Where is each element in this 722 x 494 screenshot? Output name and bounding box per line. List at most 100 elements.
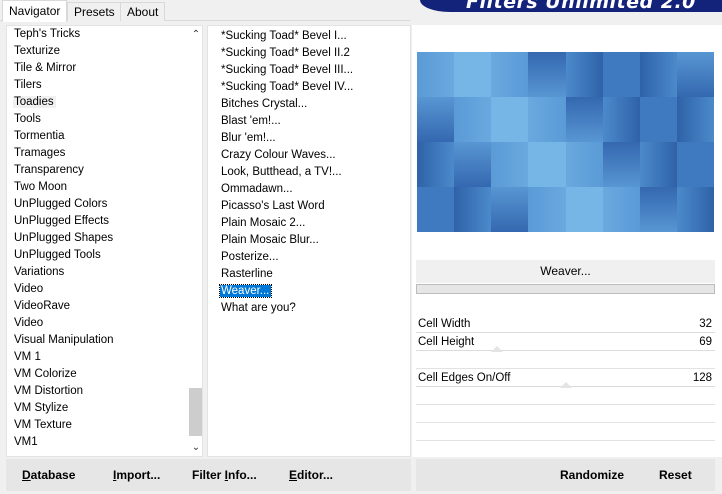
- preview-tile: [602, 142, 640, 187]
- filter-item[interactable]: Plain Mosaic 2...: [208, 215, 408, 232]
- filter-item[interactable]: Look, Butthead, a TV!...: [208, 164, 408, 181]
- preview-tile: [491, 97, 529, 142]
- category-item-label: VideoRave: [14, 300, 71, 312]
- filter-item[interactable]: *Sucking Toad* Bevel I...: [208, 28, 408, 45]
- category-item-label: VM Distortion: [14, 385, 84, 397]
- reset-button[interactable]: Reset: [659, 468, 692, 482]
- filter-item[interactable]: Plain Mosaic Blur...: [208, 232, 408, 249]
- filter-item[interactable]: What are you?: [208, 300, 408, 317]
- empty-slider-track: [416, 440, 715, 441]
- slider-track[interactable]: [416, 350, 715, 351]
- param-cell-width[interactable]: Cell Width 32: [416, 317, 715, 335]
- slider-thumb[interactable]: [491, 346, 503, 352]
- filter-item[interactable]: Ommadawn...: [208, 181, 408, 198]
- filter-item[interactable]: Weaver...: [208, 283, 408, 300]
- preview-tile: [602, 52, 640, 97]
- param-label: Cell Width: [418, 318, 471, 330]
- preview-tile: [528, 52, 566, 97]
- preview-tile: [454, 52, 492, 97]
- filter-item-label: What are you?: [221, 302, 296, 314]
- category-item[interactable]: Tilers: [7, 77, 187, 94]
- randomize-button[interactable]: Randomize: [560, 468, 624, 482]
- scrollbar-thumb[interactable]: [189, 388, 202, 436]
- preview-tile: [565, 52, 603, 97]
- category-item[interactable]: Transparency: [7, 162, 187, 179]
- filter-info-button[interactable]: Filter Info...: [192, 468, 257, 482]
- category-item[interactable]: Video: [7, 281, 187, 298]
- category-item[interactable]: Tramages: [7, 145, 187, 162]
- category-list-panel: Teph's Tricks Texturize Tile & Mirror Tiler…: [6, 25, 203, 457]
- filter-item[interactable]: *Sucking Toad* Bevel III...: [208, 62, 408, 79]
- filter-item-label: Bitches Crystal...: [221, 98, 308, 110]
- category-item[interactable]: UnPlugged Effects: [7, 213, 187, 230]
- preview-tile: [676, 52, 714, 97]
- button-text: Filter: [192, 468, 225, 482]
- category-item[interactable]: VM Texture: [7, 417, 187, 434]
- tab-navigator[interactable]: Navigator: [2, 0, 68, 22]
- filter-item[interactable]: Posterize...: [208, 249, 408, 266]
- filter-item-label: Posterize...: [221, 251, 279, 263]
- category-item[interactable]: VM1: [7, 434, 187, 451]
- filter-list[interactable]: *Sucking Toad* Bevel I... *Sucking Toad* …: [208, 28, 408, 317]
- param-label: Cell Edges On/Off: [418, 372, 511, 384]
- category-item-label: Video: [14, 317, 44, 329]
- filter-item-label: Rasterline: [221, 268, 273, 280]
- category-item[interactable]: UnPlugged Tools: [7, 247, 187, 264]
- database-button[interactable]: Database: [22, 468, 75, 482]
- category-item-label: UnPlugged Effects: [14, 215, 110, 227]
- category-item[interactable]: Texturize: [7, 43, 187, 60]
- filter-item[interactable]: Bitches Crystal...: [208, 96, 408, 113]
- filter-item-label: Plain Mosaic 2...: [221, 217, 306, 229]
- tab-presets[interactable]: Presets: [67, 2, 122, 21]
- param-cell-height[interactable]: Cell Height 69: [416, 335, 715, 353]
- filter-item[interactable]: *Sucking Toad* Bevel II.2: [208, 45, 408, 62]
- import-button[interactable]: Import...: [113, 468, 160, 482]
- category-item[interactable]: UnPlugged Colors: [7, 196, 187, 213]
- category-item-label: Texturize: [14, 45, 61, 57]
- tab-about[interactable]: About: [120, 2, 166, 21]
- category-item-label: Tile & Mirror: [14, 62, 77, 74]
- param-cell-edges[interactable]: Cell Edges On/Off 128: [416, 371, 715, 389]
- category-item[interactable]: Toadies: [7, 94, 187, 111]
- preview-tile: [639, 187, 677, 232]
- slider-thumb[interactable]: [560, 382, 572, 388]
- filter-item-label: Weaver...: [218, 284, 273, 298]
- category-item[interactable]: VM Stylize: [7, 400, 187, 417]
- slider-track[interactable]: [416, 332, 715, 333]
- chevron-down-icon[interactable]: ⌄: [188, 439, 202, 456]
- param-value: 32: [699, 318, 712, 330]
- category-item[interactable]: Tormentia: [7, 128, 187, 145]
- category-item[interactable]: Variations: [7, 264, 187, 281]
- category-item[interactable]: Teph's Tricks: [7, 26, 187, 43]
- filter-item[interactable]: Rasterline: [208, 266, 408, 283]
- category-item[interactable]: VM Distortion: [7, 383, 187, 400]
- category-item[interactable]: Tile & Mirror: [7, 60, 187, 77]
- filter-item[interactable]: Blast 'em!...: [208, 113, 408, 130]
- empty-slider-track: [416, 368, 715, 369]
- category-item-label: VM Stylize: [14, 402, 69, 414]
- preview-tile: [602, 187, 640, 232]
- category-item[interactable]: Video: [7, 315, 187, 332]
- preview-tile: [639, 97, 677, 142]
- category-item-label: Video: [14, 283, 44, 295]
- category-item[interactable]: Visual Manipulation: [7, 332, 187, 349]
- category-item[interactable]: UnPlugged Shapes: [7, 230, 187, 247]
- category-item[interactable]: VM 1: [7, 349, 187, 366]
- filter-item[interactable]: *Sucking Toad* Bevel IV...: [208, 79, 408, 96]
- category-item[interactable]: Tools: [7, 111, 187, 128]
- category-item-label: Tramages: [14, 147, 66, 159]
- category-item-label: UnPlugged Shapes: [14, 232, 114, 244]
- chevron-up-icon[interactable]: ⌃: [188, 26, 202, 43]
- filter-item[interactable]: Crazy Colour Waves...: [208, 147, 408, 164]
- category-item[interactable]: VM Colorize: [7, 366, 187, 383]
- preview-tile: [565, 187, 603, 232]
- filter-item[interactable]: Picasso's Last Word: [208, 198, 408, 215]
- category-item[interactable]: VideoRave: [7, 298, 187, 315]
- button-text: atabase: [30, 468, 76, 482]
- category-list[interactable]: Teph's Tricks Texturize Tile & Mirror Tiler…: [7, 26, 187, 451]
- preview-tile: [602, 97, 640, 142]
- filter-item[interactable]: Blur 'em!...: [208, 130, 408, 147]
- editor-button[interactable]: Editor...: [289, 468, 333, 482]
- category-item[interactable]: Two Moon: [7, 179, 187, 196]
- category-scrollbar[interactable]: ⌃ ⌄: [187, 26, 202, 456]
